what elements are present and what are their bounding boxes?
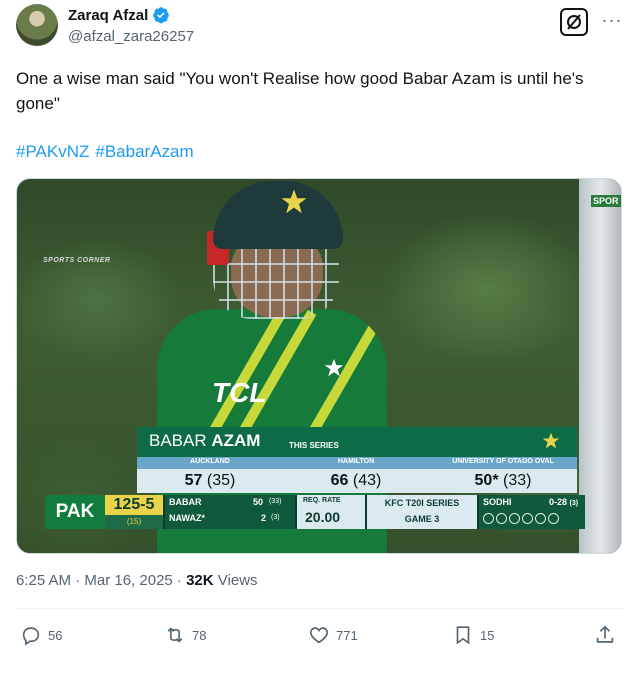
sight-screen-pole: [579, 179, 621, 553]
ball-indicator: [483, 513, 494, 524]
over-balls: [483, 513, 559, 524]
batter-runs: 50: [253, 497, 264, 507]
series-game: GAME 3: [404, 514, 440, 524]
grok-button[interactable]: [560, 8, 588, 36]
ball-indicator: [509, 513, 520, 524]
grok-slash-icon: [567, 14, 581, 30]
author-name-row: Zaraq Afzal: [68, 6, 170, 24]
venue-score: 50* (33): [474, 472, 532, 489]
divider: [16, 608, 624, 609]
watermark: SPORTS CORNER: [43, 257, 111, 264]
helmet-star-icon: [281, 189, 307, 214]
ball-indicator: [496, 513, 507, 524]
bookmark-button[interactable]: 15: [452, 624, 494, 646]
ball-indicator: [548, 513, 559, 524]
verified-badge-icon: [153, 7, 170, 24]
bookmark-icon: [456, 626, 470, 645]
batter-runs: 2: [261, 513, 267, 523]
like-button[interactable]: 771: [308, 624, 358, 646]
view-count: 32K: [186, 572, 214, 589]
lower-third-player-name: BABAR AZAM: [149, 431, 261, 450]
scorebug-score: 125-5: [105, 495, 163, 515]
share-icon: [596, 625, 614, 643]
reply-count: 56: [48, 627, 63, 643]
repost-count: 78: [192, 627, 207, 643]
scorebug-team: PAK: [45, 495, 105, 529]
hashtags: #PAKvNZ #BabarAzam: [16, 142, 194, 162]
reply-button[interactable]: 56: [20, 624, 62, 646]
heart-icon: [309, 627, 329, 644]
pole-tag: SPOR: [591, 195, 621, 207]
series-name: KFC T20I SERIES: [384, 498, 460, 508]
req-rate-label: REQ. RATE: [303, 497, 341, 504]
repost-icon: [167, 627, 183, 643]
avatar[interactable]: [16, 4, 58, 46]
ball-indicator: [535, 513, 546, 524]
ball-indicator: [522, 513, 533, 524]
jersey-star-icon: [324, 358, 344, 377]
hashtag-link[interactable]: #BabarAzam: [95, 142, 193, 162]
batter-balls: (33): [269, 498, 282, 505]
tweet-timestamp[interactable]: 6:25 AM · Mar 16, 2025 · 32K Views: [16, 572, 258, 589]
reply-icon: [22, 627, 40, 646]
tweet-media-image[interactable]: SPOR SPORTS CORNER TCL BABAR AZAM THIS S…: [16, 178, 622, 554]
repost-button[interactable]: 78: [164, 624, 206, 646]
req-rate-value: 20.00: [305, 509, 341, 525]
venue-label: HAMILTON: [337, 458, 375, 465]
more-options-button[interactable]: ···: [600, 10, 624, 30]
hashtag-link[interactable]: #PAKvNZ: [16, 142, 89, 162]
star-icon: [542, 432, 560, 449]
helmet-grill: [213, 239, 339, 319]
like-count: 771: [336, 627, 358, 643]
batter-balls: (3): [271, 514, 280, 521]
batter-name: BABAR: [169, 497, 202, 507]
venue-label: AUCKLAND: [190, 458, 230, 465]
venue-label: UNIVERSITY OF OTAGO OVAL: [452, 458, 554, 465]
bowler-name: SODHI: [483, 497, 512, 507]
share-button[interactable]: [594, 624, 616, 646]
bookmark-count: 15: [480, 627, 495, 643]
display-name[interactable]: Zaraq Afzal: [68, 7, 148, 24]
bowler-figures: 0-28 (3): [549, 497, 579, 507]
lower-third-label: THIS SERIES: [289, 441, 339, 450]
scorebug-overs: (15): [105, 515, 163, 529]
jersey-sponsor: TCL: [212, 377, 267, 408]
tweet-text: One a wise man said "You won't Realise h…: [16, 69, 584, 113]
author-handle[interactable]: @afzal_zara26257: [68, 28, 194, 45]
venue-score: 57 (35): [184, 472, 236, 489]
batter-name: NAWAZ*: [169, 513, 205, 523]
venue-score: 66 (43): [330, 472, 382, 489]
